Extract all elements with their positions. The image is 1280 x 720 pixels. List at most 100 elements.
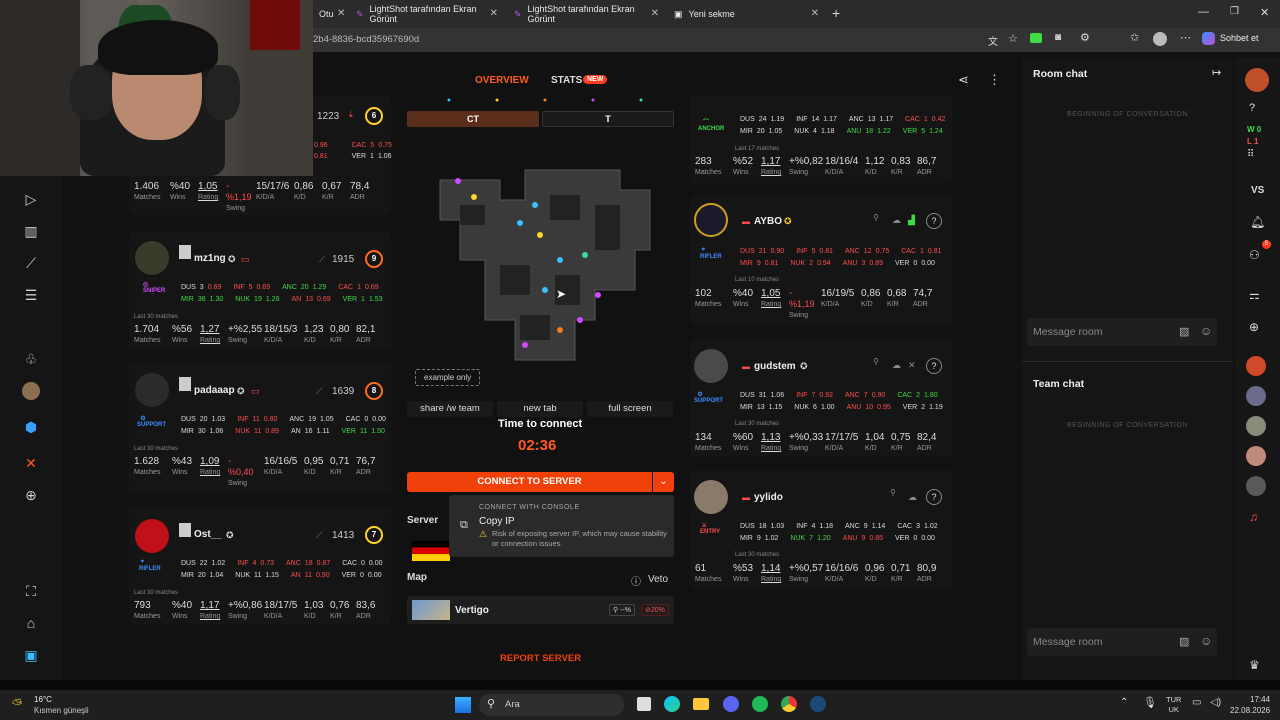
- minimize-icon[interactable]: —: [1198, 6, 1209, 18]
- puzzle-icon[interactable]: ⚙: [1080, 31, 1090, 44]
- chat-button[interactable]: Sohbet et: [1220, 33, 1259, 43]
- profile-icon[interactable]: [1153, 32, 1167, 46]
- club-avatar-icon[interactable]: [20, 382, 42, 404]
- store-icon[interactable]: ♧: [20, 348, 42, 370]
- help-icon[interactable]: ?: [926, 489, 942, 505]
- player-name[interactable]: Ost__: [194, 529, 222, 540]
- player-name[interactable]: padaaap: [194, 385, 235, 396]
- veto-label[interactable]: Veto: [648, 574, 668, 585]
- fnatic-icon[interactable]: ✕: [20, 452, 42, 474]
- help-icon[interactable]: ?: [1249, 102, 1255, 114]
- add-icon[interactable]: ⊕: [20, 484, 42, 506]
- share-team-button[interactable]: share /w team: [407, 401, 493, 417]
- app-logo-icon[interactable]: ♛: [1249, 658, 1260, 672]
- collapse-chat-icon[interactable]: ↦: [1212, 66, 1221, 79]
- friend-avatar[interactable]: [1246, 416, 1266, 436]
- player-card[interactable]: ⌒ ANCHOR DUS 24 1.19 INF 14 1.17 ANC 13 1.17 CA…: [690, 95, 952, 183]
- start-icon[interactable]: [455, 697, 471, 713]
- browser-tab[interactable]: ▣ Yeni sekme ✕: [668, 4, 823, 24]
- friend-avatar[interactable]: [1246, 356, 1266, 376]
- copy-icon[interactable]: ⧉: [460, 519, 468, 532]
- volume-icon[interactable]: ◁): [1210, 697, 1221, 708]
- player-card[interactable]: ⌖ RIFLER ▬ AYBO ✪ ⚲ ☁ ▟ ? DUS 21 0.90 INF 5 0…: [690, 195, 952, 325]
- tray-chevron-icon[interactable]: ⌃: [1120, 697, 1128, 708]
- player-name[interactable]: gudstem: [754, 361, 796, 372]
- player-name[interactable]: AYBO: [754, 216, 782, 227]
- play-icon[interactable]: ▷: [20, 188, 42, 210]
- connect-to-server-button[interactable]: CONNECT TO SERVER: [407, 472, 652, 492]
- task-view-icon[interactable]: [637, 697, 651, 711]
- bell-icon[interactable]: 🔔︎: [1250, 215, 1265, 229]
- add-tab-icon[interactable]: +: [832, 5, 840, 21]
- map-card[interactable]: Vertigo ⚲ --% ⊘20%: [407, 596, 674, 624]
- connect-dropdown-icon[interactable]: ⌄: [653, 472, 674, 492]
- user-avatar[interactable]: [1245, 68, 1269, 92]
- friend-avatar[interactable]: [1246, 386, 1266, 406]
- versus-label[interactable]: VS: [1251, 185, 1264, 196]
- team-message-input[interactable]: Message room ▨ ☺: [1027, 628, 1217, 656]
- weather-icon[interactable]: ⛅︎: [12, 696, 22, 712]
- extension-icon[interactable]: [1030, 33, 1042, 43]
- browser-tab[interactable]: ✎ LightShot tarafından Ekran Görünt ✕: [350, 4, 502, 24]
- room-message-input[interactable]: Message room ▨ ☺: [1027, 318, 1217, 346]
- leaderboard-icon[interactable]: ▥: [20, 220, 42, 242]
- explorer-icon[interactable]: [693, 698, 709, 710]
- expand-icon[interactable]: ⛶: [20, 580, 42, 602]
- player-card[interactable]: ⚔ ENTRY ▬ yylido ⚲ ☁ ? DUS 18 1.03 INF 4 1.18…: [690, 470, 952, 588]
- steam-icon[interactable]: [810, 696, 826, 712]
- close-icon[interactable]: ✕: [490, 8, 498, 19]
- clock-date[interactable]: 22.08.2026: [1230, 706, 1270, 715]
- mic-icon[interactable]: 🎙︎: [1143, 696, 1157, 709]
- help-icon[interactable]: ?: [926, 213, 942, 229]
- grid-icon[interactable]: ⠿: [1247, 149, 1254, 160]
- language-indicator[interactable]: TUR UK: [1166, 695, 1181, 715]
- tab-t[interactable]: T: [542, 111, 674, 127]
- close-icon[interactable]: ✕: [811, 8, 819, 19]
- chrome-icon[interactable]: [781, 696, 797, 712]
- maximize-icon[interactable]: ❐: [1230, 6, 1239, 17]
- player-name[interactable]: mz1ng: [194, 253, 226, 264]
- list-icon[interactable]: ☰: [20, 284, 42, 306]
- network-icon[interactable]: ▭: [1192, 697, 1201, 708]
- discord-icon[interactable]: [723, 696, 739, 712]
- minimap[interactable]: [430, 165, 660, 365]
- player-card[interactable]: ⚙ SUPPORT ▬ gudstem ✪ ⚲ ☁ ✕ ? DUS 31 1.06 I…: [690, 339, 952, 457]
- kebab-menu-icon[interactable]: ⋮: [988, 72, 1001, 88]
- friend-avatar[interactable]: [1246, 476, 1266, 496]
- player-name[interactable]: yylido: [754, 492, 783, 503]
- tab-stats[interactable]: STATS: [551, 75, 582, 86]
- party-icon[interactable]: ⚎: [1249, 288, 1260, 302]
- copy-ip-button[interactable]: Copy IP: [479, 516, 515, 527]
- friends-icon[interactable]: ⚇: [1249, 248, 1260, 262]
- emoji-icon[interactable]: ☺: [1200, 324, 1212, 338]
- friend-avatar[interactable]: [1246, 446, 1266, 466]
- player-card[interactable]: ◎ SNIPER mz1ng ✪ ▭ ⟋ 1915 9 DUS 3 0.69 INF 5…: [129, 231, 391, 349]
- app-icon[interactable]: ▣: [20, 644, 42, 666]
- tab-ct[interactable]: CT: [407, 111, 539, 127]
- browser-tab[interactable]: Oturum: [313, 4, 333, 24]
- emoji-icon[interactable]: ☺: [1200, 634, 1212, 648]
- spotify-icon[interactable]: [752, 696, 768, 712]
- player-card[interactable]: ⚙ SUPPORT padaaap ✪ ▭ ⟋ 1639 8 DUS 20 1.03 …: [129, 363, 391, 493]
- star-icon[interactable]: ☆: [1008, 32, 1018, 45]
- player-card[interactable]: ⌖ RIFLER Ost__ ✪ ⟋ 1413 7 DUS 22 1.02 INF 4 0…: [129, 507, 391, 625]
- close-window-icon[interactable]: ✕: [1260, 6, 1269, 19]
- new-tab-button[interactable]: new tab: [497, 401, 583, 417]
- extension-icon[interactable]: ◙: [1055, 32, 1061, 43]
- tab-overview[interactable]: OVERVIEW: [475, 75, 529, 86]
- edge-icon[interactable]: [664, 696, 680, 712]
- more-icon[interactable]: ⋯: [1180, 31, 1191, 44]
- report-server-link[interactable]: REPORT SERVER: [500, 653, 581, 664]
- image-icon[interactable]: ▨: [1179, 325, 1189, 338]
- shop-icon[interactable]: ⌂: [20, 612, 42, 634]
- clock-time[interactable]: 17:44: [1250, 695, 1270, 704]
- image-icon[interactable]: ▨: [1179, 635, 1189, 648]
- taskbar-search[interactable]: ⚲ Ara: [479, 694, 624, 716]
- translate-icon[interactable]: 文: [988, 33, 998, 48]
- share-icon[interactable]: ⋖: [958, 72, 969, 88]
- browser-tab[interactable]: ✎ LightShot tarafından Ekran Görünt ✕: [508, 4, 663, 24]
- full-screen-button[interactable]: full screen: [587, 401, 673, 417]
- help-icon[interactable]: ?: [926, 358, 942, 374]
- close-icon[interactable]: ✕: [651, 8, 659, 19]
- shield-icon[interactable]: ⬢: [20, 416, 42, 438]
